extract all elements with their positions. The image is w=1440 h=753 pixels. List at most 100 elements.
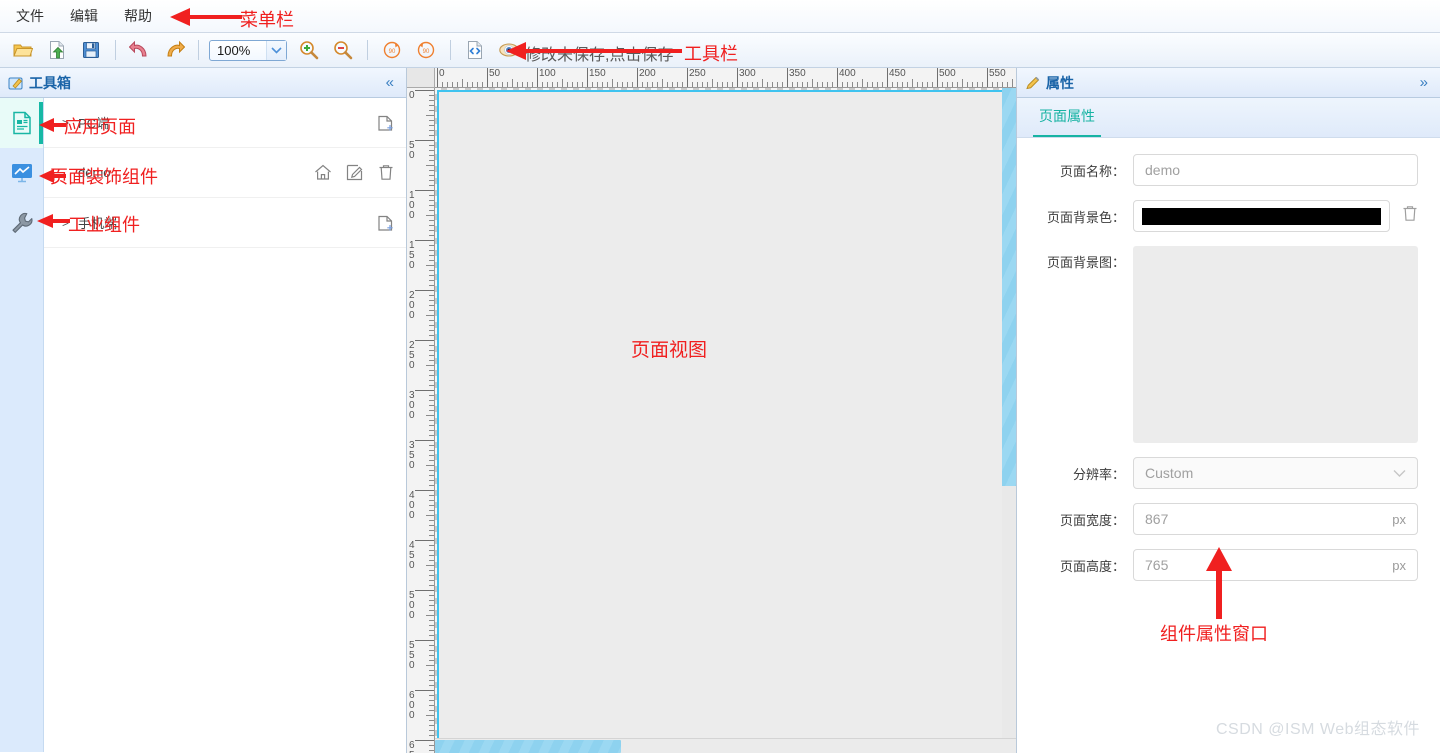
page-bgimage-dropzone[interactable] xyxy=(1133,246,1418,443)
menu-help[interactable]: 帮助 xyxy=(114,2,162,30)
canvas-vertical-scrollbar[interactable] xyxy=(1002,88,1016,738)
ruler-v-tick xyxy=(429,670,434,671)
ruler-v-tick xyxy=(429,100,434,101)
redo-button[interactable] xyxy=(161,37,187,63)
add-page-icon[interactable] xyxy=(377,114,394,132)
open-button[interactable] xyxy=(10,37,36,63)
ruler-v-tick xyxy=(429,575,434,576)
ruler-v-tick xyxy=(429,595,434,596)
ruler-v-tick xyxy=(429,360,434,361)
menu-edit[interactable]: 编辑 xyxy=(60,2,108,30)
undo-arrow-icon xyxy=(129,40,147,57)
ruler-h-tick xyxy=(917,82,918,87)
add-page-icon[interactable] xyxy=(377,214,394,232)
page-bgcolor-swatch[interactable] xyxy=(1142,207,1381,225)
canvas-horizontal-scroll-thumb[interactable] xyxy=(435,740,621,753)
horizontal-ruler[interactable]: 0 50 100 150 200 250 300 350 400 450 500 550 xyxy=(435,68,1016,88)
ruler-h-tick xyxy=(457,82,458,87)
ruler-h-tick xyxy=(772,82,773,87)
rail-page-decoration[interactable] xyxy=(0,148,43,198)
ruler-h-tick xyxy=(652,82,653,87)
ruler-v-tick xyxy=(429,170,434,171)
rotate-cw-button[interactable]: 90 xyxy=(379,37,405,63)
ruler-h-tick xyxy=(872,82,873,87)
ruler-h-tick xyxy=(992,82,993,87)
label-page-width: 页面宽度： xyxy=(1059,512,1125,528)
page-width-field[interactable]: 867 px xyxy=(1133,503,1418,535)
canvas-horizontal-scrollbar[interactable] xyxy=(435,738,1016,753)
zoom-in-button[interactable] xyxy=(296,37,322,63)
ruler-v-tick xyxy=(429,510,434,511)
ruler-h-tick xyxy=(692,82,693,87)
ruler-v-tick xyxy=(429,95,434,96)
ruler-h-label: 200 xyxy=(639,68,656,79)
source-code-button[interactable] xyxy=(462,37,488,63)
new-button[interactable] xyxy=(44,37,70,63)
page-bgcolor-field[interactable] xyxy=(1133,200,1390,232)
chevron-down-icon[interactable] xyxy=(266,40,286,60)
home-icon[interactable] xyxy=(314,164,332,181)
ruler-v-tick xyxy=(429,220,434,221)
page-height-field[interactable]: 765 px xyxy=(1133,549,1418,581)
delete-icon[interactable] xyxy=(378,164,394,181)
ruler-v-tick xyxy=(429,175,434,176)
clear-bgcolor-button[interactable] xyxy=(1402,205,1418,227)
save-button[interactable] xyxy=(78,37,104,63)
preview-button[interactable] xyxy=(496,37,522,63)
page-name-field[interactable]: demo xyxy=(1133,154,1418,186)
tree-caret-pc[interactable]: > xyxy=(62,116,76,130)
ruler-v-tick xyxy=(429,530,434,531)
ruler-v-tick xyxy=(429,180,434,181)
ruler-v-tick xyxy=(429,605,434,606)
ruler-h-tick xyxy=(482,82,483,87)
tree-row-demo[interactable]: demo xyxy=(44,148,406,198)
page-view-canvas[interactable]: 页面视图 xyxy=(437,90,1007,738)
ruler-h-tick xyxy=(967,82,968,87)
ruler-v-tick xyxy=(429,185,434,186)
ruler-v-tick xyxy=(429,655,434,656)
canvas-vertical-scroll-thumb[interactable] xyxy=(1002,88,1016,486)
zoom-out-button[interactable] xyxy=(330,37,356,63)
ruler-v-tick xyxy=(429,555,434,556)
undo-button[interactable] xyxy=(127,37,153,63)
properties-panel: 属性 » 页面属性 页面名称： demo 页面背景色： 页面背景图： 分辨率： … xyxy=(1016,68,1440,753)
ruler-v-tick xyxy=(429,475,434,476)
tree-row-pc[interactable]: > PC端 xyxy=(44,98,406,148)
ruler-v-tick xyxy=(429,660,434,661)
toolbar-separator-3 xyxy=(367,40,368,60)
ruler-h-tick xyxy=(702,82,703,87)
tree-row-mobile[interactable]: > 手机端 xyxy=(44,198,406,248)
ruler-v-tick xyxy=(429,205,434,206)
ruler-h-tick xyxy=(922,82,923,87)
ruler-h-label: 50 xyxy=(489,68,501,79)
menu-file[interactable]: 文件 xyxy=(6,2,54,30)
ruler-v-tick xyxy=(429,700,434,701)
ruler-h-tick xyxy=(697,82,698,87)
ruler-h-tick xyxy=(442,82,443,87)
ruler-h-label: 0 xyxy=(439,68,445,79)
edit-icon[interactable] xyxy=(346,164,364,181)
vertical-ruler[interactable]: 0 50 100 150 200 250 300 350 400 450 500 550 600 650 xyxy=(407,88,435,753)
expand-right-panel-button[interactable]: » xyxy=(1416,74,1432,91)
rail-app-pages[interactable] xyxy=(0,98,43,148)
ruler-h-tick xyxy=(612,79,613,87)
ruler-h-tick xyxy=(817,82,818,87)
page-height-unit: px xyxy=(1392,557,1406,573)
tree-caret-mobile[interactable]: > xyxy=(62,216,76,230)
ruler-v-tick xyxy=(426,265,434,266)
zoom-level-combobox[interactable]: 100% xyxy=(209,39,287,61)
ruler-v-tick xyxy=(429,525,434,526)
ruler-h-tick xyxy=(602,82,603,87)
collapse-left-panel-button[interactable]: « xyxy=(382,74,398,91)
monitor-chart-icon xyxy=(11,164,32,183)
ruler-h-tick xyxy=(507,82,508,87)
ruler-v-tick xyxy=(429,495,434,496)
ruler-v-tick xyxy=(426,315,434,316)
rail-industrial-components[interactable] xyxy=(0,198,43,248)
ruler-v-tick xyxy=(429,130,434,131)
ruler-h-tick xyxy=(777,82,778,87)
rotate-ccw-button[interactable]: 90 xyxy=(413,37,439,63)
ruler-h-tick xyxy=(547,82,548,87)
resolution-select[interactable]: Custom xyxy=(1133,457,1418,489)
tab-page-properties[interactable]: 页面属性 xyxy=(1033,106,1101,137)
